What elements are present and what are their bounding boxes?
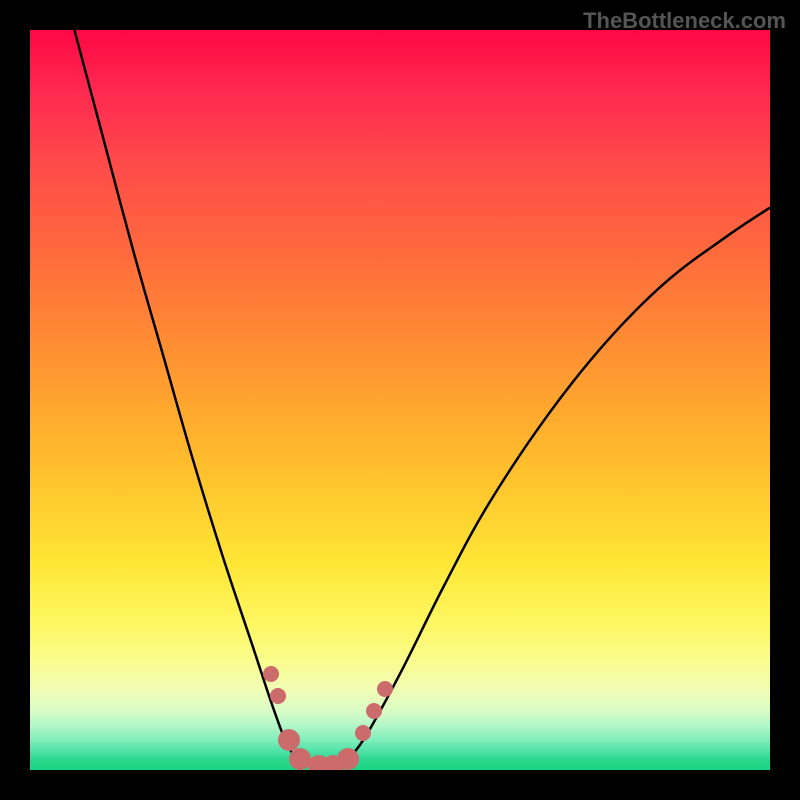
chart-plot-area xyxy=(30,30,770,770)
data-point xyxy=(270,688,286,704)
attribution-text: TheBottleneck.com xyxy=(583,8,786,34)
data-point xyxy=(366,703,382,719)
data-point xyxy=(355,725,371,741)
data-point xyxy=(337,748,359,770)
data-point xyxy=(377,681,393,697)
data-points-layer xyxy=(30,30,770,770)
data-point xyxy=(263,666,279,682)
